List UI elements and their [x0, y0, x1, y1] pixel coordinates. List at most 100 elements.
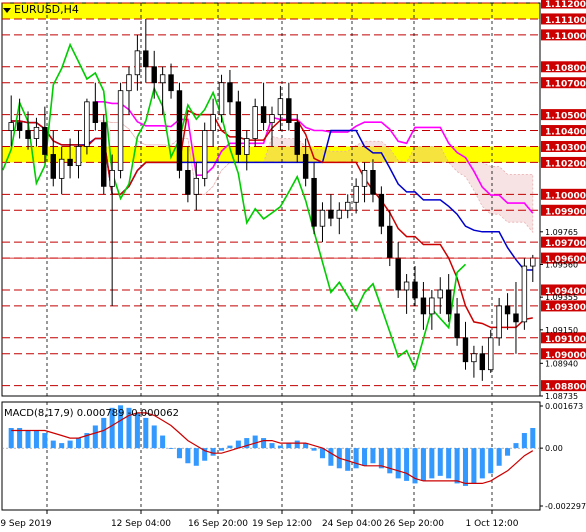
candle-body	[454, 313, 460, 339]
macd-histogram-bar	[454, 448, 460, 484]
macd-histogram-bar	[33, 430, 39, 449]
candle-body	[109, 170, 115, 187]
macd-histogram-bar	[362, 448, 368, 466]
macd-indicator-label: MACD(8,17,9) 0.000789 -0.000062	[4, 408, 179, 419]
macd-histogram-bar	[387, 448, 393, 474]
macd-histogram-bar	[160, 435, 166, 449]
macd-histogram-bar	[353, 448, 359, 469]
macd-histogram-bar	[471, 448, 477, 484]
chart-title-text: EURUSD,H4	[14, 3, 79, 16]
chart-title[interactable]: EURUSD,H4	[3, 3, 79, 16]
candle-body	[210, 114, 216, 131]
candle-body	[513, 313, 519, 323]
candle-body	[496, 305, 502, 339]
chart-svg: 1.11200 1.11100 1.11000 1.10800 1.10700 1.105…	[0, 0, 586, 529]
macd-histogram-bar	[446, 448, 452, 479]
candle-body	[437, 289, 443, 299]
macd-histogram-bar	[437, 448, 443, 476]
candle-body	[311, 177, 317, 227]
macd-histogram-bar	[75, 438, 82, 449]
price-tick-label: 1.09150	[545, 326, 578, 335]
candle-body	[58, 158, 65, 179]
macd-histogram-bar	[521, 433, 527, 449]
candle-body	[462, 337, 469, 363]
candle-body	[168, 74, 174, 92]
candle-body	[488, 337, 494, 371]
macd-histogram-bar	[311, 448, 317, 451]
candle-body	[25, 130, 31, 139]
macd-tick-label: -0.002297	[545, 502, 586, 511]
candle-body	[387, 225, 393, 259]
macd-histogram-bar	[101, 417, 107, 449]
candle-body	[227, 82, 233, 103]
candle-body	[159, 74, 166, 84]
macd-histogram-bar	[193, 448, 199, 466]
candle-body	[151, 66, 157, 84]
candle-body	[277, 98, 284, 116]
candle-body	[530, 257, 536, 267]
macd-histogram-bar	[505, 448, 511, 456]
time-tick-label: 19 Sep 12:00	[252, 519, 312, 529]
macd-histogram-bar	[420, 448, 426, 481]
price-level-label: 1.10200	[545, 159, 586, 169]
candle-body	[235, 101, 242, 155]
time-tick-label: 26 Sep 20:00	[384, 519, 444, 529]
time-axis: 9 Sep 2019 12 Sep 04:00 16 Sep 20:00 19 Sep…	[0, 510, 519, 529]
macd-histogram-bar	[25, 430, 31, 449]
candle-body	[252, 106, 258, 139]
candle-body	[412, 281, 418, 299]
macd-histogram-bar	[176, 448, 182, 459]
candle-body	[134, 50, 141, 76]
candle-body	[403, 281, 410, 291]
candle-body	[67, 158, 73, 167]
candle-body	[420, 297, 427, 315]
macd-histogram-bar	[151, 425, 157, 449]
candle-body	[193, 177, 199, 195]
macd-histogram-bar	[370, 448, 376, 464]
macd-histogram-bar	[42, 433, 48, 449]
candle-body	[185, 170, 191, 195]
macd-histogram-bar	[59, 443, 65, 449]
macd-histogram-bar	[168, 448, 174, 449]
macd-histogram-bar	[277, 445, 283, 449]
price-level-label: 1.10500	[545, 112, 586, 122]
macd-histogram-bar	[219, 448, 225, 451]
price-level-label: 1.09900	[545, 207, 586, 217]
macd-histogram-bar	[269, 443, 275, 449]
time-tick-label: 1 Oct 12:00	[466, 519, 519, 529]
price-tick-label: 1.08940	[545, 359, 578, 368]
price-level-label: 1.11000	[545, 32, 586, 42]
macd-histogram-bar	[429, 448, 435, 479]
macd-histogram-bar	[143, 417, 149, 449]
price-level-label: 1.10800	[545, 64, 586, 74]
macd-histogram-bar	[488, 448, 494, 474]
candle-body	[336, 209, 343, 219]
candle-body	[445, 289, 452, 315]
candle-body	[269, 114, 275, 123]
candle-body	[218, 82, 225, 116]
candle-body	[521, 265, 528, 323]
candle-body	[101, 122, 107, 187]
time-tick-label: 16 Sep 20:00	[188, 519, 248, 529]
candle-body	[42, 126, 48, 155]
candle-body	[479, 353, 486, 371]
macd-histogram-bar	[462, 448, 469, 486]
macd-histogram-bar	[513, 443, 519, 449]
candle-body	[260, 106, 267, 123]
candle-body	[361, 170, 368, 187]
candle-body	[84, 101, 90, 147]
price-level-label: 1.09700	[545, 239, 586, 249]
candle-body	[370, 170, 376, 195]
price-level-label: 1.11100	[545, 16, 586, 26]
candle-body	[92, 101, 99, 123]
candle-body	[33, 126, 40, 139]
macd-tick-label: 0.00	[545, 444, 563, 453]
candle-body	[294, 122, 300, 155]
price-level-label: 1.10000	[545, 191, 586, 201]
candle-body	[353, 185, 359, 203]
candle-body	[471, 353, 477, 363]
macd-histogram-bar	[286, 443, 292, 449]
candle-body	[50, 154, 56, 179]
time-tick-label: 12 Sep 04:00	[111, 519, 171, 529]
macd-histogram-bar	[345, 448, 351, 471]
